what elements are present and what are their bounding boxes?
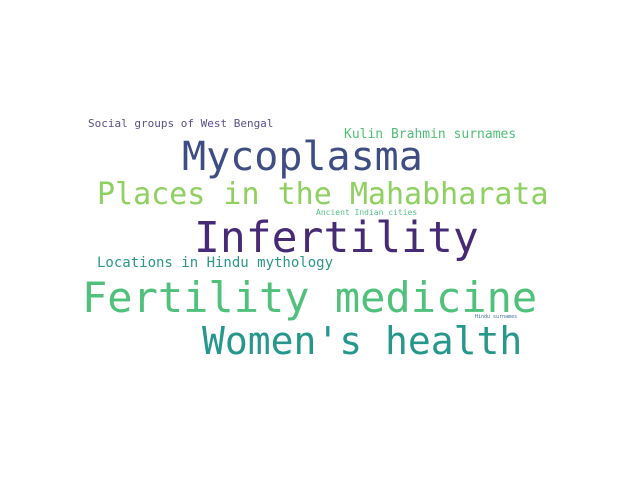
word-locations-in-hindu-mythology: Locations in Hindu mythology [97,255,334,271]
word-mycoplasma: Mycoplasma [182,134,423,180]
word-social-groups-of-west-bengal: Social groups of West Bengal [88,117,274,130]
word-infertility: Infertility [194,213,479,263]
word-cloud: Social groups of West Bengal Kulin Brahm… [0,0,640,480]
word-places-in-the-mahabharata: Places in the Mahabharata [97,177,549,212]
word-fertility-medicine: Fertility medicine [82,273,538,322]
word-womens-health: Women's health [202,319,523,363]
